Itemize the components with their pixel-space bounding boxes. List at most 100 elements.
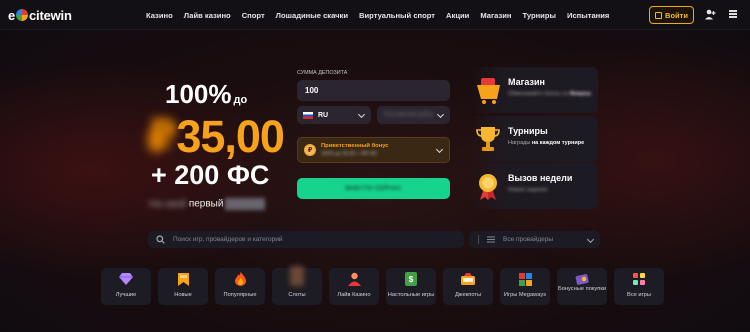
category-label: Популярные: [223, 292, 257, 298]
promo-subline: Ha cвoй первый: [149, 198, 266, 210]
login-button[interactable]: Войти: [649, 6, 694, 24]
ribbon-icon: [176, 272, 190, 286]
deposit-amount-value: 100: [305, 86, 319, 95]
jackpot-icon: [461, 272, 475, 286]
logo[interactable]: e citewin: [8, 6, 72, 24]
promo-percent-value: 100%: [165, 79, 232, 109]
promo-first-label: первый: [188, 198, 224, 210]
chevron-down-icon: [586, 235, 595, 243]
category-label: Джекпоты: [454, 292, 482, 298]
deposit-amount-field[interactable]: 100: [297, 80, 450, 101]
shop-card-title: Магазин: [508, 77, 545, 87]
promo-free-spins: + 200 ФС: [151, 160, 270, 190]
category-label: Настольные игры: [387, 292, 435, 298]
currency-blurred: Российский рубль: [384, 112, 434, 118]
category-table-games[interactable]: $ Настольные игры: [386, 268, 436, 305]
category-bonus-buy[interactable]: Бонусные покупки: [557, 268, 607, 305]
category-label: Новые: [174, 292, 192, 298]
trophy-icon: [476, 127, 500, 151]
dealer-icon: [347, 272, 361, 286]
tournaments-card[interactable]: Турниры Награды на каждом турнире: [470, 116, 598, 162]
game-search: [148, 231, 464, 248]
top-navbar: e citewin Казино Лайв казино Спорт Лошади…: [0, 0, 750, 30]
chevron-down-icon: [357, 110, 366, 119]
shop-cart-icon: [477, 78, 500, 104]
promo-amount-value: 35,00: [176, 111, 285, 162]
medal-icon: [479, 174, 497, 200]
category-live-casino[interactable]: Лайв Казино: [329, 268, 379, 305]
deposit-amount-label: СУММА ДЕПОЗИТА: [297, 70, 348, 76]
nav-sport[interactable]: Спорт: [242, 11, 265, 20]
providers-label: Все провайдеры: [503, 236, 554, 243]
login-label: Войти: [665, 10, 688, 20]
russian-flag-icon: [303, 111, 313, 119]
currency-sign: ₽: [146, 111, 177, 162]
providers-select[interactable]: Все провайдеры: [469, 231, 600, 248]
main-nav: Казино Лайв казино Спорт Лошадиные скачк…: [146, 0, 620, 30]
category-megaways[interactable]: Игры Megaways: [500, 268, 550, 305]
category-slots[interactable]: Слоты: [272, 266, 322, 305]
category-jackpots[interactable]: Джекпоты: [443, 268, 493, 305]
deposit-submit-button[interactable]: ВНЕСТИ СЕЙЧАС: [297, 178, 450, 199]
nav-casino[interactable]: Казино: [146, 11, 173, 20]
diamond-icon: [119, 272, 133, 286]
nav-challenges[interactable]: Испытания: [567, 11, 609, 20]
category-popular[interactable]: Популярные: [215, 268, 265, 305]
menu-lines: [729, 9, 737, 19]
language-select[interactable]: RU: [297, 106, 371, 124]
promo-amount: ₽35,00: [146, 110, 285, 163]
cta-blurred-label: ВНЕСТИ СЕЙЧАС: [345, 185, 402, 192]
chevron-down-icon: [436, 110, 445, 119]
register-icon[interactable]: [703, 7, 717, 21]
logo-letter: e: [8, 7, 16, 23]
category-label: Слоты: [288, 292, 306, 298]
bonus-coin-icon: ₽: [304, 144, 316, 156]
redacted-box: [225, 198, 266, 210]
category-label: Все игры: [627, 292, 651, 298]
promo-percent: 100% до: [165, 79, 247, 110]
chevron-down-icon: [435, 145, 444, 154]
megaways-icon: [518, 272, 532, 286]
tournaments-sub-prefix: Награды: [508, 140, 531, 146]
nav-virtual-sport[interactable]: Виртуальный спорт: [359, 11, 435, 20]
category-best[interactable]: Лучшие: [101, 268, 151, 305]
list-icon: [487, 236, 495, 243]
nav-horse-racing[interactable]: Лошадиные скачки: [276, 11, 348, 20]
flame-icon: [233, 272, 247, 286]
search-icon: [156, 235, 165, 244]
svg-text:$: $: [409, 275, 414, 284]
menu-icon[interactable]: [726, 7, 740, 21]
welcome-bonus-select[interactable]: ₽ Приветственный бонус 100% до 35,00 + 2…: [297, 137, 450, 163]
tournaments-card-title: Турниры: [508, 126, 548, 136]
bonus-text: Приветственный бонус 100% до 35,00 + 200…: [321, 143, 389, 157]
weekly-card-title: Вызов недели: [508, 173, 573, 183]
tournaments-card-subtitle: Награды на каждом турнире: [508, 140, 584, 146]
weekly-card-subtitle: Новые задания: [508, 187, 548, 193]
tournaments-sub-bold: на каждом турнире: [531, 140, 585, 146]
nav-promotions[interactable]: Акции: [446, 11, 469, 20]
bonus-details-blurred: 100% до 35,00 + 200 ФС: [321, 151, 378, 157]
slots-thumb: [290, 266, 304, 286]
weekly-challenge-card[interactable]: Вызов недели Новые задания: [470, 163, 598, 209]
nav-shop[interactable]: Магазин: [480, 11, 511, 20]
shop-card-subtitle: Обменивайте баллы на бонусы: [508, 91, 591, 97]
login-icon: [655, 11, 663, 19]
logo-word: citewin: [29, 7, 72, 23]
shop-card[interactable]: Магазин Обменивайте баллы на бонусы: [470, 67, 598, 113]
category-all-games[interactable]: Все игры: [614, 268, 664, 305]
bonus-title: Приветственный бонус: [321, 143, 389, 149]
nav-tournaments[interactable]: Турниры: [522, 11, 556, 20]
category-bar: Лучшие Новые Популярные Слоты Лайв Казин…: [101, 266, 664, 305]
language-value: RU: [318, 111, 329, 119]
category-label: Лучшие: [115, 292, 137, 298]
bonus-buy-icon: [575, 272, 589, 286]
nav-live-casino[interactable]: Лайв казино: [184, 11, 231, 20]
all-games-icon: [632, 272, 646, 286]
user-plus-icon: [705, 9, 716, 19]
providers-divider: [478, 235, 479, 244]
search-input[interactable]: [173, 236, 453, 243]
currency-select[interactable]: Российский рубль: [377, 106, 450, 124]
promo-subline-blurred: Ha cвoй: [149, 198, 187, 210]
table-games-icon: $: [404, 272, 418, 286]
category-new[interactable]: Новые: [158, 268, 208, 305]
